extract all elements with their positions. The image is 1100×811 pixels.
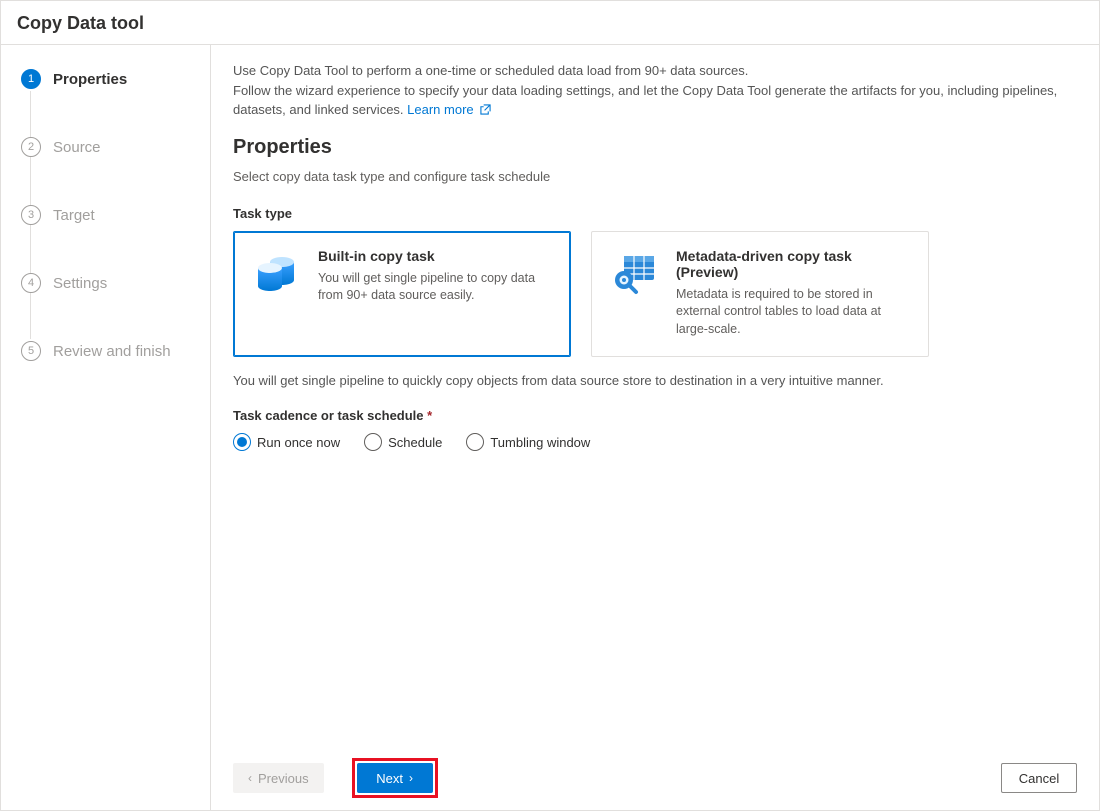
cancel-label: Cancel xyxy=(1019,771,1059,786)
cancel-button[interactable]: Cancel xyxy=(1001,763,1077,793)
step-number-icon: 1 xyxy=(21,69,41,89)
step-label: Settings xyxy=(53,275,107,292)
step-label: Target xyxy=(53,207,95,224)
intro-text: Use Copy Data Tool to perform a one-time… xyxy=(233,61,1077,120)
card-builtin-copy-task[interactable]: Built-in copy task You will get single p… xyxy=(233,231,571,358)
step-label: Review and finish xyxy=(53,343,171,360)
step-target[interactable]: 3 Target xyxy=(1,199,210,231)
metadata-table-icon xyxy=(610,248,658,296)
card-title: Metadata-driven copy task (Preview) xyxy=(676,248,910,280)
step-review-finish[interactable]: 5 Review and finish xyxy=(1,335,210,367)
previous-button[interactable]: ‹ Previous xyxy=(233,763,324,793)
radio-icon xyxy=(233,433,251,451)
learn-more-link[interactable]: Learn more xyxy=(407,102,491,117)
wizard-sidebar: 1 Properties 2 Source 3 Target 4 Setting… xyxy=(1,45,211,810)
radio-run-once-now[interactable]: Run once now xyxy=(233,433,340,451)
card-desc: Metadata is required to be stored in ext… xyxy=(676,286,910,339)
task-type-label: Task type xyxy=(233,206,1077,221)
radio-icon xyxy=(466,433,484,451)
step-number-icon: 2 xyxy=(21,137,41,157)
next-button-highlight: Next › xyxy=(352,758,438,798)
step-settings[interactable]: 4 Settings xyxy=(1,267,210,299)
chevron-left-icon: ‹ xyxy=(248,772,252,784)
card-metadata-driven-copy-task[interactable]: Metadata-driven copy task (Preview) Meta… xyxy=(591,231,929,358)
step-label: Source xyxy=(53,139,101,156)
intro-line2: Follow the wizard experience to specify … xyxy=(233,83,1057,118)
step-number-icon: 3 xyxy=(21,205,41,225)
step-label: Properties xyxy=(53,71,127,88)
learn-more-label: Learn more xyxy=(407,102,473,117)
step-source[interactable]: 2 Source xyxy=(1,131,210,163)
next-button[interactable]: Next › xyxy=(357,763,433,793)
external-link-icon xyxy=(480,104,491,115)
task-cadence-label: Task cadence or task schedule xyxy=(233,408,1077,423)
radio-icon xyxy=(364,433,382,451)
step-number-icon: 5 xyxy=(21,341,41,361)
section-title: Properties xyxy=(233,136,1077,159)
radio-schedule[interactable]: Schedule xyxy=(364,433,442,451)
window-title: Copy Data tool xyxy=(1,1,1099,45)
previous-label: Previous xyxy=(258,771,309,786)
chevron-right-icon: › xyxy=(409,772,413,784)
database-icon xyxy=(252,248,300,296)
card-desc: You will get single pipeline to copy dat… xyxy=(318,270,552,305)
step-number-icon: 4 xyxy=(21,273,41,293)
wizard-footer: ‹ Previous Next › Cancel xyxy=(211,748,1099,810)
section-subtitle: Select copy data task type and configure… xyxy=(233,169,1077,184)
next-label: Next xyxy=(376,771,403,786)
intro-line1: Use Copy Data Tool to perform a one-time… xyxy=(233,63,748,78)
radio-tumbling-window[interactable]: Tumbling window xyxy=(466,433,590,451)
radio-label: Schedule xyxy=(388,435,442,450)
task-type-hint: You will get single pipeline to quickly … xyxy=(233,373,1077,388)
step-properties[interactable]: 1 Properties xyxy=(1,63,210,95)
main-content: Use Copy Data Tool to perform a one-time… xyxy=(211,45,1099,748)
radio-label: Tumbling window xyxy=(490,435,590,450)
card-title: Built-in copy task xyxy=(318,248,552,264)
cadence-radio-group: Run once now Schedule Tumbling window xyxy=(233,433,1077,451)
radio-label: Run once now xyxy=(257,435,340,450)
